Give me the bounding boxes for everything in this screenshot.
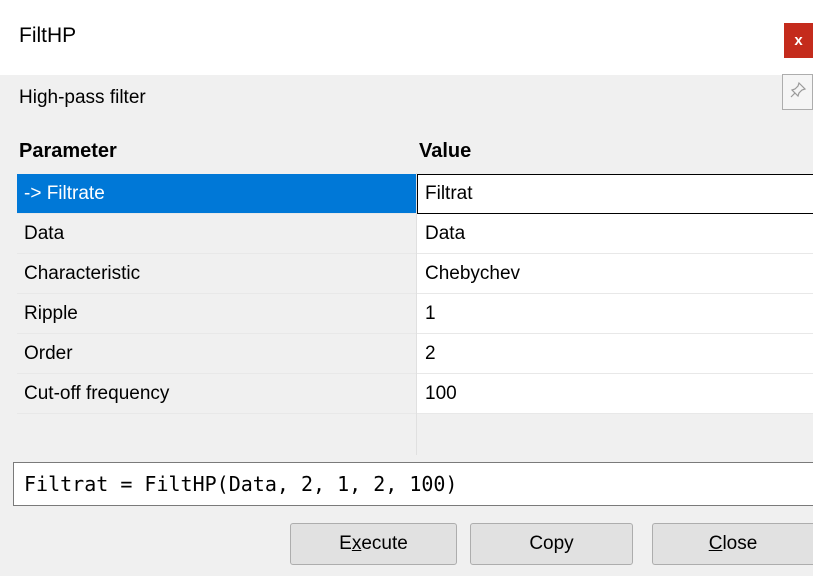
copy-button[interactable]: Copy xyxy=(470,523,633,565)
function-description: High-pass filter xyxy=(19,87,146,108)
parameter-table: Parameter Value -> Filtrate Filtrat Data… xyxy=(17,131,813,455)
filthp-dialog: FiltHP x High-pass filter Parameter Valu… xyxy=(0,0,813,576)
table-row-ripple[interactable]: Ripple 1 xyxy=(17,294,813,334)
close-button-label: Close xyxy=(708,533,758,554)
column-header-parameter[interactable]: Parameter xyxy=(19,140,117,163)
column-header-value[interactable]: Value xyxy=(419,140,471,163)
param-value[interactable]: 2 xyxy=(417,334,813,374)
copy-button-label: Copy xyxy=(529,533,574,554)
param-name[interactable]: Cut-off frequency xyxy=(17,374,416,414)
empty-table-area xyxy=(417,414,813,455)
param-name[interactable]: Ripple xyxy=(17,294,416,334)
param-value[interactable]: 1 xyxy=(417,294,813,334)
pin-button[interactable] xyxy=(782,74,813,110)
close-window-button[interactable]: x xyxy=(784,23,813,58)
table-row-cutoff-frequency[interactable]: Cut-off frequency 100 xyxy=(17,374,813,414)
title-bar: FiltHP x xyxy=(0,0,813,75)
param-name[interactable]: Data xyxy=(17,214,416,254)
table-header: Parameter Value xyxy=(17,131,813,173)
param-value[interactable]: Data xyxy=(417,214,813,254)
table-row-filtrate[interactable]: -> Filtrate Filtrat xyxy=(17,174,813,214)
param-value-input[interactable]: Filtrat xyxy=(417,174,813,214)
command-line-field[interactable]: Filtrat = FiltHP(Data, 2, 1, 2, 100) xyxy=(13,462,813,506)
param-name[interactable]: Characteristic xyxy=(17,254,416,294)
execute-button-label: Execute xyxy=(339,533,408,554)
param-name[interactable]: Order xyxy=(17,334,416,374)
pin-icon xyxy=(789,81,807,104)
param-value[interactable]: Chebychev xyxy=(417,254,813,294)
table-row-order[interactable]: Order 2 xyxy=(17,334,813,374)
table-row-data[interactable]: Data Data xyxy=(17,214,813,254)
execute-button[interactable]: Execute xyxy=(290,523,457,565)
column-divider xyxy=(416,173,417,455)
param-value[interactable]: 100 xyxy=(417,374,813,414)
window-title: FiltHP xyxy=(19,24,77,47)
close-button[interactable]: Close xyxy=(652,523,813,565)
table-row-characteristic[interactable]: Characteristic Chebychev xyxy=(17,254,813,294)
param-name[interactable]: -> Filtrate xyxy=(17,174,416,214)
